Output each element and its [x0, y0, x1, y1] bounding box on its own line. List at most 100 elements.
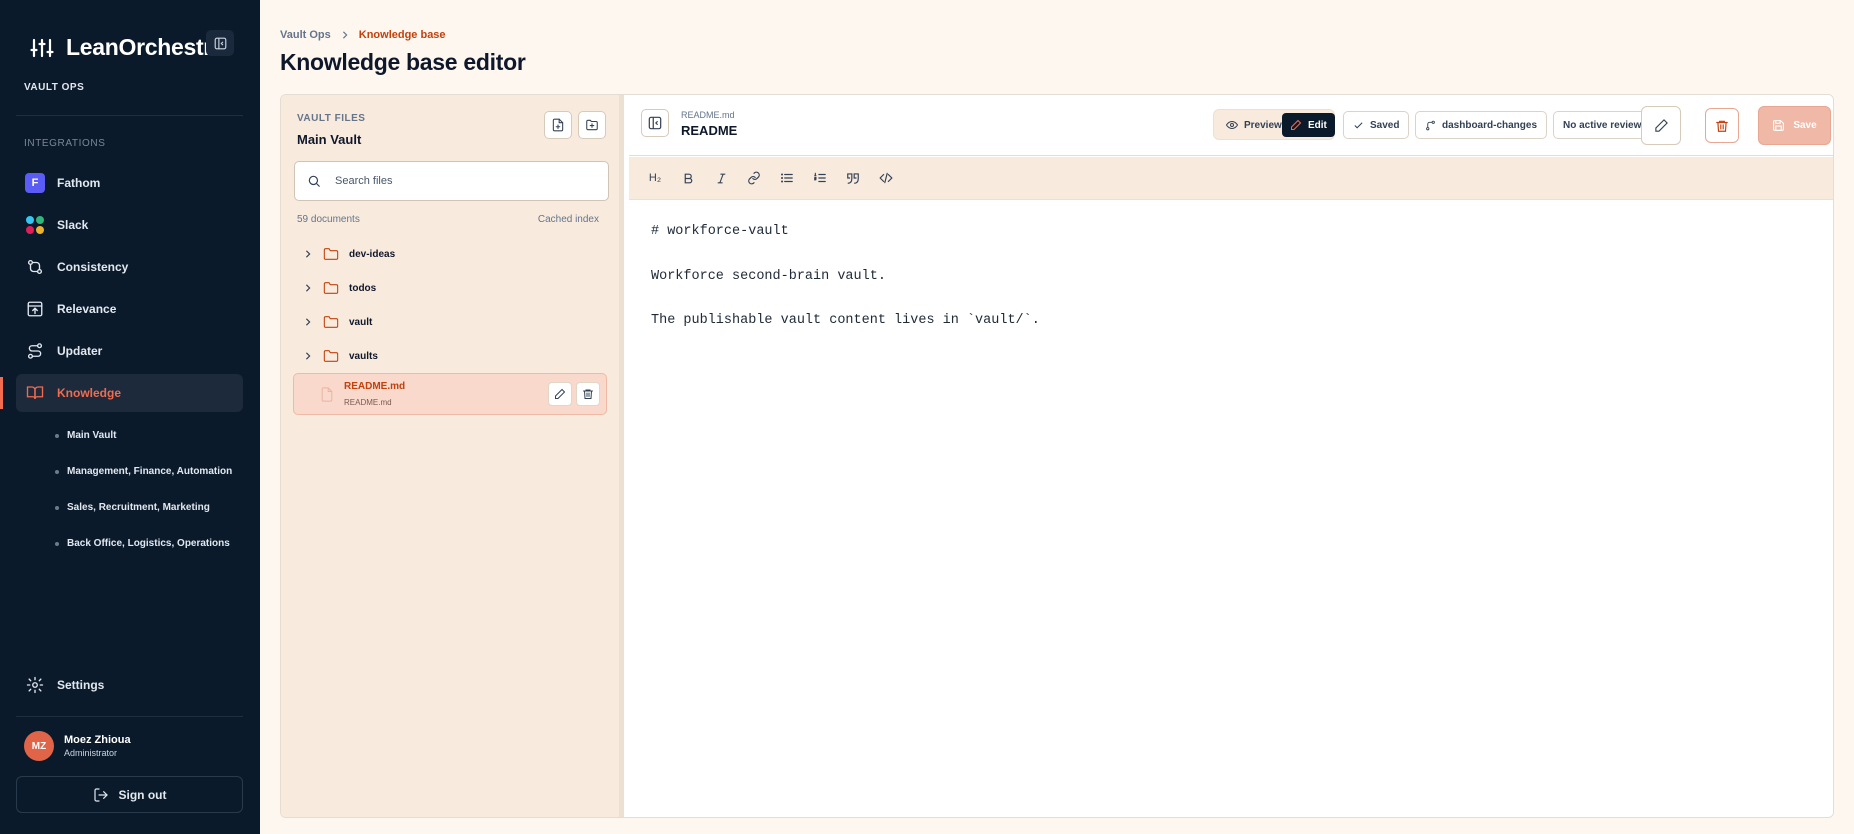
nav-knowledge[interactable]: Knowledge — [16, 374, 243, 412]
folder-label: vaults — [349, 350, 378, 362]
review-status[interactable]: No active review — [1553, 111, 1652, 139]
branch-label: dashboard-changes — [1442, 119, 1538, 131]
breadcrumb-root[interactable]: Vault Ops — [280, 29, 331, 41]
breadcrumb-current: Knowledge base — [358, 29, 446, 41]
sub-item-sales[interactable]: Sales, Recruitment, Marketing — [55, 502, 210, 513]
bold-icon — [684, 173, 692, 183]
save-icon — [1773, 120, 1785, 131]
document-count: 59 documents — [297, 214, 360, 225]
folder-label: dev-ideas — [349, 248, 396, 260]
italic-button[interactable] — [711, 168, 731, 188]
route-icon — [25, 341, 45, 361]
edit-label: Edit — [1308, 119, 1327, 131]
bullet-dot — [55, 469, 59, 474]
user-profile[interactable]: MZ Moez Zhioua Administrator — [24, 731, 131, 761]
editor-line: The publishable vault content lives in `… — [651, 313, 1040, 328]
sub-item-management[interactable]: Management, Finance, Automation — [55, 466, 232, 477]
page-title: Knowledge base editor — [280, 49, 526, 75]
log-out-icon — [93, 787, 108, 802]
toggle-files-panel-button[interactable] — [641, 109, 669, 137]
chevron-right-icon[interactable] — [303, 284, 313, 292]
quote-button[interactable] — [843, 168, 863, 188]
italic-icon — [717, 173, 725, 183]
search-field[interactable] — [294, 161, 609, 201]
link-button[interactable] — [744, 168, 764, 188]
rename-document-button[interactable] — [1641, 106, 1681, 145]
bullet-dot — [55, 505, 59, 510]
file-subtitle: README.md — [344, 398, 392, 407]
brand[interactable]: LeanOrchestr — [30, 34, 212, 61]
document-path: README.md — [681, 110, 735, 120]
vault-name: Main Vault — [297, 132, 362, 147]
file-plus-icon — [552, 118, 564, 132]
new-file-button[interactable] — [544, 111, 572, 139]
folder-icon — [323, 248, 339, 260]
nav-consistency[interactable]: Consistency — [16, 248, 243, 286]
chevron-right-icon[interactable] — [303, 352, 313, 360]
edit-tab[interactable]: Edit — [1282, 113, 1335, 137]
branch-selector[interactable]: dashboard-changes — [1415, 111, 1548, 139]
save-button[interactable]: Save — [1758, 106, 1831, 145]
folder-icon — [323, 282, 339, 294]
divider — [16, 716, 243, 717]
bullet-list-button[interactable] — [777, 168, 797, 188]
list-icon — [780, 173, 793, 183]
markdown-editor[interactable]: # workforce-vault Workforce second-brain… — [629, 201, 1833, 817]
folder-item[interactable]: dev-ideas — [303, 242, 395, 266]
nav-updater[interactable]: Updater — [16, 332, 243, 370]
nav-relevance[interactable]: Relevance — [16, 290, 243, 328]
search-icon — [308, 175, 320, 187]
eye-icon — [1226, 120, 1238, 130]
sub-item-label: Back Office, Logistics, Operations — [67, 538, 230, 549]
chevron-right-icon[interactable] — [303, 250, 313, 258]
sliders-logo-icon — [30, 36, 54, 60]
chevron-right-icon[interactable] — [303, 318, 313, 326]
new-folder-button[interactable] — [578, 111, 606, 139]
fathom-icon: F — [25, 173, 45, 193]
sign-out-label: Sign out — [118, 787, 167, 802]
bold-button[interactable] — [678, 168, 698, 188]
link-icon — [748, 171, 760, 185]
nav-label: Knowledge — [57, 386, 122, 400]
sign-out-button[interactable]: Sign out — [16, 776, 243, 813]
git-compare-icon — [25, 257, 45, 277]
git-branch-icon — [1426, 120, 1435, 130]
rename-file-button[interactable] — [548, 382, 572, 406]
pencil-icon — [1291, 119, 1302, 130]
nav-label: Slack — [57, 218, 89, 232]
sub-item-main-vault[interactable]: Main Vault — [55, 430, 116, 441]
search-input[interactable] — [335, 175, 575, 187]
file-title: README.md — [344, 381, 406, 392]
section-label: INTEGRATIONS — [24, 138, 106, 149]
nav-fathom[interactable]: F Fathom — [16, 164, 243, 202]
collapse-sidebar-button[interactable] — [206, 30, 234, 56]
avatar: MZ — [24, 731, 54, 761]
divider — [16, 115, 243, 116]
quote-icon — [847, 173, 859, 184]
folder-label: todos — [349, 282, 377, 294]
panel-left-close-icon — [648, 116, 662, 130]
sub-item-back-office[interactable]: Back Office, Logistics, Operations — [55, 538, 230, 549]
editor-line: Workforce second-brain vault. — [651, 268, 886, 284]
delete-document-button[interactable] — [1705, 108, 1739, 143]
check-icon — [1354, 121, 1363, 129]
file-item-selected[interactable]: README.md README.md — [293, 373, 607, 415]
trash-icon — [583, 389, 593, 399]
folder-item[interactable]: todos — [303, 276, 376, 300]
sub-item-label: Sales, Recruitment, Marketing — [67, 502, 210, 513]
nav-label: Consistency — [57, 260, 129, 274]
code-button[interactable] — [876, 168, 896, 188]
preview-tab[interactable]: Preview — [1218, 113, 1290, 137]
trash-icon — [1716, 120, 1728, 132]
user-role: Administrator — [64, 748, 118, 758]
delete-file-button[interactable] — [576, 382, 600, 406]
folder-item[interactable]: vault — [303, 310, 372, 334]
nav-label: Settings — [57, 678, 105, 692]
heading-button[interactable]: H₂ — [645, 168, 665, 188]
preview-label: Preview — [1244, 119, 1282, 131]
nav-settings[interactable]: Settings — [16, 666, 243, 704]
folder-item[interactable]: vaults — [303, 344, 378, 368]
numbered-list-button[interactable] — [810, 168, 830, 188]
pencil-icon — [555, 388, 566, 399]
nav-slack[interactable]: Slack — [16, 206, 243, 244]
